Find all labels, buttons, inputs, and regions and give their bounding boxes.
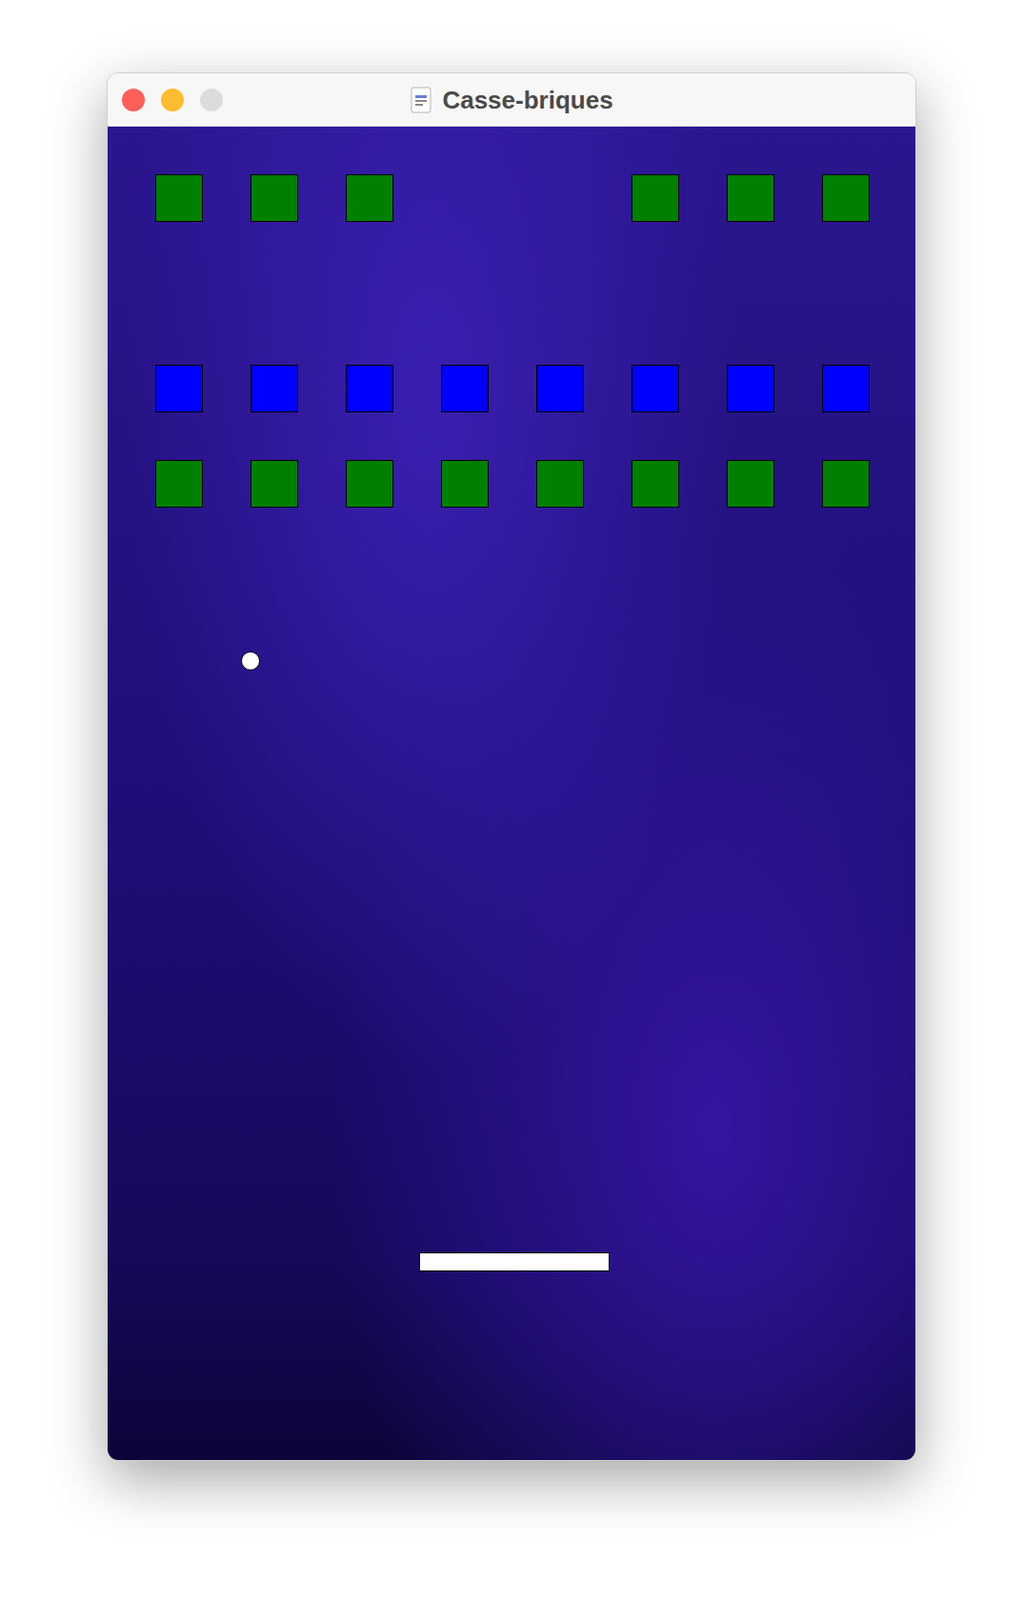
brick-row (155, 269, 870, 318)
title-bar[interactable]: Casse-briques (107, 73, 916, 127)
brick (536, 364, 584, 413)
brick (631, 174, 680, 222)
brick-row (155, 364, 870, 413)
brick (345, 269, 394, 318)
brick (441, 460, 489, 508)
game-window: Casse-briques (106, 72, 917, 1462)
brick (822, 269, 870, 318)
paddle[interactable] (419, 1252, 610, 1272)
brick (155, 174, 203, 222)
brick-row (155, 460, 870, 508)
brick (155, 460, 203, 508)
brick (441, 269, 489, 318)
game-canvas[interactable] (107, 126, 917, 1461)
brick (441, 364, 489, 413)
brick (536, 174, 584, 222)
document-icon (409, 86, 433, 114)
brick (726, 364, 775, 413)
brick (250, 460, 299, 508)
brick (631, 460, 680, 508)
brick (631, 269, 680, 318)
brick (536, 460, 584, 508)
brick (345, 364, 394, 413)
brick (726, 174, 775, 222)
brick (822, 174, 870, 222)
close-button[interactable] (121, 88, 145, 112)
brick (536, 269, 584, 318)
desktop: Casse-briques (0, 0, 1023, 1600)
brick (345, 174, 394, 222)
brick (250, 174, 299, 222)
brick (155, 364, 203, 413)
brick (155, 269, 203, 318)
brick (345, 460, 394, 508)
window-title: Casse-briques (441, 87, 613, 113)
minimize-button[interactable] (160, 88, 184, 112)
brick (822, 364, 870, 413)
brick (726, 269, 775, 318)
brick (726, 460, 775, 508)
brick (631, 364, 680, 413)
brick (822, 460, 870, 508)
brick (441, 174, 489, 222)
ball (240, 651, 261, 671)
brick-row (155, 174, 870, 222)
brick (250, 364, 299, 413)
zoom-button[interactable] (200, 88, 223, 112)
brick (250, 269, 299, 318)
